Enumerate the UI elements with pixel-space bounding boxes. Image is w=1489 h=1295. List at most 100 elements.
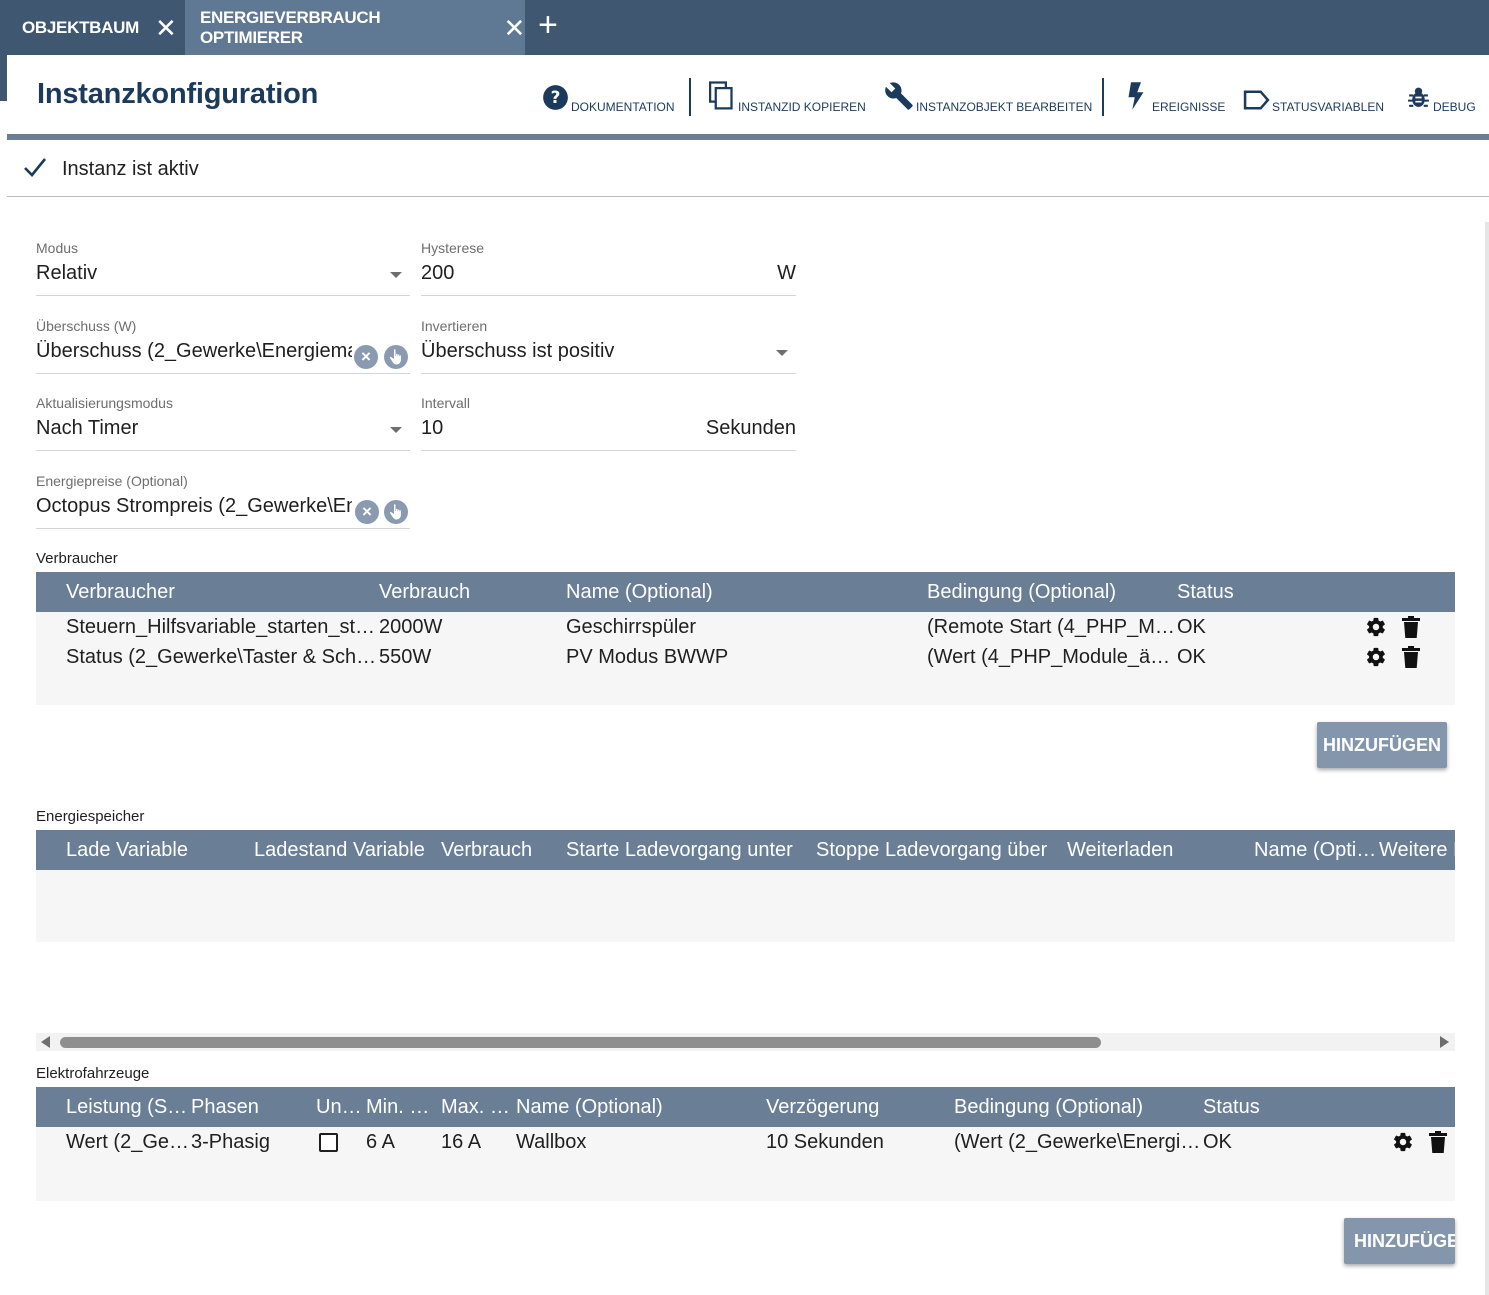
close-icon[interactable]: ✕ [504,15,526,41]
cell-verbrauch: 550W [379,646,432,668]
documentation-label: DOKUMENTATION [571,100,675,114]
tab-label: ENERGIEVERBRAUCH OPTIMIERER [200,7,381,47]
documentation-button[interactable]: ? DOKUMENTATION [542,78,675,114]
cell-bedingung: (Wert (2_Gewerke\Energi… [954,1131,1201,1153]
bug-icon [1406,84,1431,114]
scrollbar-thumb[interactable] [60,1037,1101,1048]
cell-verbrauch: 2000W [379,616,443,638]
verbraucher-section-label: Verbraucher [36,550,118,567]
gear-icon[interactable] [1365,616,1387,644]
column-header[interactable]: Name (Optional) [566,581,713,604]
trash-icon[interactable] [1401,616,1421,644]
column-header[interactable]: Stoppe Ladevorgang über [816,839,1047,862]
column-header[interactable]: Un… [316,1096,362,1119]
cell-status: OK [1177,646,1206,668]
cell-leistung: Wert (2_Ge… [66,1131,189,1153]
modus-select[interactable]: Modus Relativ [36,240,410,296]
column-header[interactable]: Status [1203,1096,1260,1119]
vertical-scrollbar[interactable] [1485,222,1489,1295]
column-header[interactable]: Lade Variable [66,839,188,862]
column-header[interactable]: Phasen [191,1096,259,1119]
column-header[interactable]: Weitere Bedingung [1379,839,1455,862]
cell-status: OK [1203,1131,1232,1153]
clear-icon[interactable]: × [355,500,379,524]
copy-icon [709,81,736,114]
ueberschuss-label: Überschuss (W) [36,318,137,334]
close-icon[interactable]: ✕ [155,15,177,41]
events-button[interactable]: EREIGNISSE [1126,78,1225,114]
toolbar-divider [1102,78,1104,116]
column-header[interactable]: Max. … [441,1096,510,1119]
column-header[interactable]: Leistung (S… [66,1096,187,1119]
column-header[interactable]: Verzögerung [766,1096,879,1119]
cell-bedingung: (Wert (4_PHP_Module_ä… [927,646,1171,668]
lightning-icon [1126,81,1146,114]
gear-icon[interactable] [1365,646,1387,674]
column-header[interactable]: Bedingung (Optional) [954,1096,1143,1119]
trash-icon[interactable] [1428,1131,1448,1159]
clear-icon[interactable]: × [354,345,378,369]
intervall-value: 10 [421,417,444,439]
check-icon [23,156,47,183]
copy-instance-id-button[interactable]: INSTANZID KOPIEREN [709,78,866,114]
chevron-down-icon [390,427,402,433]
chevron-down-icon [776,350,788,356]
column-header[interactable]: Name (Opti… [1254,839,1376,862]
ueberschuss-variable-select[interactable]: Überschuss (W) Überschuss (2_Gewerke\Ene… [36,318,410,374]
pointer-icon[interactable] [384,345,408,369]
events-label: EREIGNISSE [1152,100,1226,114]
copy-instance-id-label: INSTANZID KOPIEREN [738,100,866,114]
pointer-icon[interactable] [384,500,408,524]
column-header[interactable]: Name (Optional) [516,1096,663,1119]
hysterese-input[interactable]: Hysterese 200 W [421,240,796,296]
aktualisierungsmodus-select[interactable]: Aktualisierungsmodus Nach Timer [36,395,410,451]
cell-verzoegerung: 10 Sekunden [766,1131,884,1153]
intervall-input[interactable]: Intervall 10 Sekunden [421,395,796,451]
column-header[interactable]: Verbrauch [379,581,470,604]
tab-label: OBJEKTBAUM [22,17,139,37]
label-icon [1243,89,1270,114]
cell-min: 6 A [366,1131,395,1153]
svg-text:?: ? [551,87,561,107]
column-header[interactable]: Starte Ladevorgang unter [566,839,793,862]
tab-energieverbrauch-optimierer[interactable]: ENERGIEVERBRAUCH OPTIMIERER ✕ [185,0,525,55]
add-verbraucher-button[interactable]: HINZUFÜGEN [1317,722,1447,768]
tab-objektbaum[interactable]: OBJEKTBAUM ✕ [22,0,182,55]
energiepreise-variable-select[interactable]: Energiepreise (Optional) Octopus Strompr… [36,473,410,529]
scroll-left-icon[interactable] [41,1036,50,1048]
cell-checkbox[interactable] [319,1133,338,1152]
debug-label: DEBUG [1433,100,1476,114]
elektrofahrzeuge-section-label: Elektrofahrzeuge [36,1065,150,1082]
column-header[interactable]: Bedingung (Optional) [927,581,1116,604]
cell-status: OK [1177,616,1206,638]
gear-icon[interactable] [1392,1131,1414,1159]
cell-name: PV Modus BWWP [566,646,729,668]
column-header[interactable]: Status [1177,581,1234,604]
intervall-unit: Sekunden [705,417,796,439]
ueberschuss-value: Überschuss (2_Gewerke\Energiemanagement [36,340,352,362]
add-elektrofahrzeug-button[interactable]: HINZUFÜGEN [1344,1218,1455,1264]
cell-name: Geschirrspüler [566,616,697,638]
column-header[interactable]: Verbraucher [66,581,175,604]
debug-button[interactable]: DEBUG [1406,78,1476,114]
instance-status-row: Instanz ist aktiv [7,140,1489,197]
column-header[interactable]: Weiterladen [1067,839,1173,862]
invertieren-value: Überschuss ist positiv [421,340,615,362]
hysterese-unit: W [777,262,796,284]
tab-bar: OBJEKTBAUM ✕ ENERGIEVERBRAUCH OPTIMIERER… [0,0,1489,55]
column-header[interactable]: Ladestand Variable [254,839,425,862]
invertieren-select[interactable]: Invertieren Überschuss ist positiv [421,318,796,374]
invertieren-label: Invertieren [421,318,488,334]
scroll-right-icon[interactable] [1440,1036,1449,1048]
elektrofahrzeuge-table-body: Wert (2_Ge… 3-Phasig 6 A 16 A Wallbox 10… [36,1127,1455,1201]
cell-phasen: 3-Phasig [191,1131,270,1153]
add-tab-icon[interactable]: + [538,8,558,42]
energiespeicher-table-body [36,870,1455,942]
column-header[interactable]: Verbrauch [441,839,532,862]
column-header[interactable]: Min. … [366,1096,429,1119]
status-variables-button[interactable]: STATUSVARIABLEN [1243,78,1384,114]
trash-icon[interactable] [1401,646,1421,674]
verbraucher-table-header: Verbraucher Verbrauch Name (Optional) Be… [36,572,1455,612]
edit-instance-object-button[interactable]: INSTANZOBJEKT BEARBEITEN [884,78,1092,114]
edit-instance-object-label: INSTANZOBJEKT BEARBEITEN [916,100,1093,114]
